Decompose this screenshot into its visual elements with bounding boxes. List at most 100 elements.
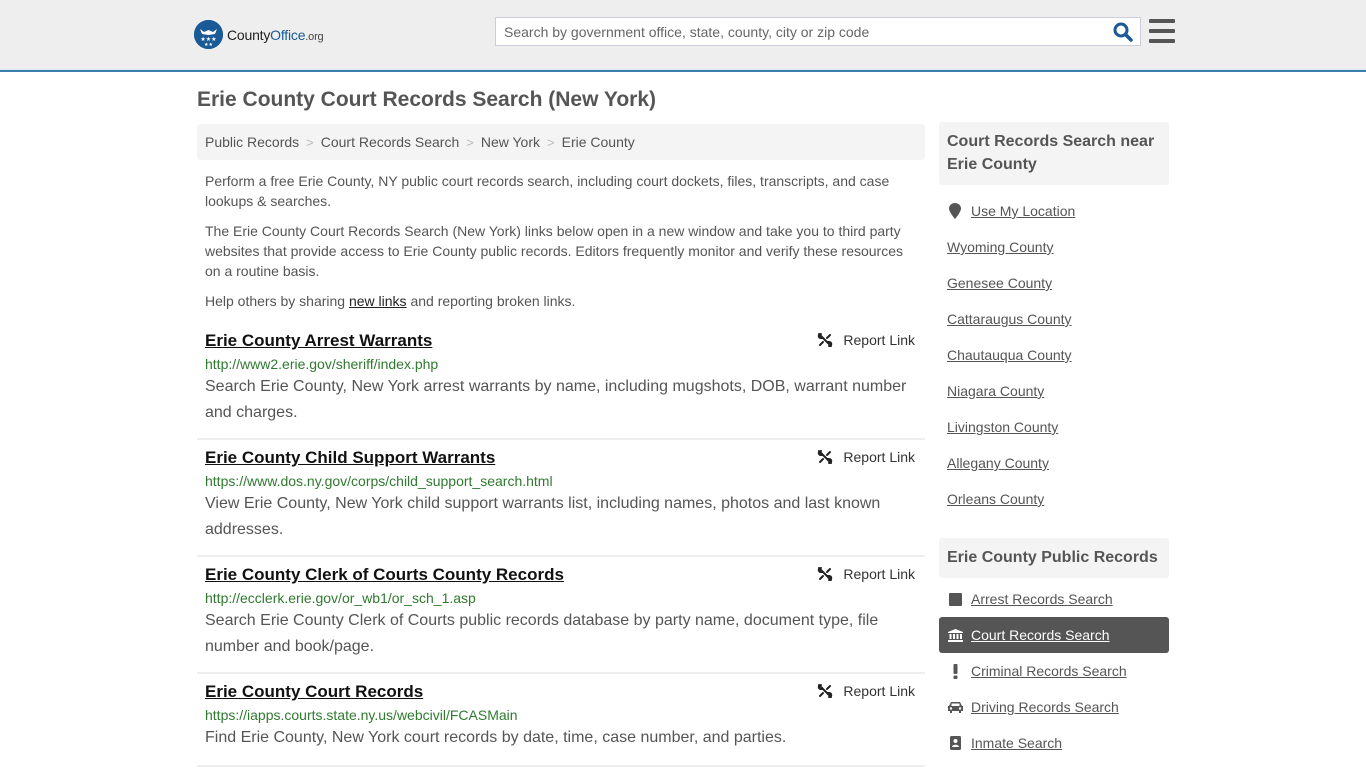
result-title-link[interactable]: Erie County Court Records xyxy=(205,682,423,702)
sidebar-item-label[interactable]: Arrest Records Search xyxy=(971,591,1113,607)
result-url: https://iapps.courts.state.ny.us/webcivi… xyxy=(205,707,518,723)
site-logo[interactable]: ★★★ ★★ CountyOffice.org xyxy=(194,20,324,49)
breadcrumb-separator: > xyxy=(466,134,474,150)
nearby-county-label[interactable]: Genesee County xyxy=(947,275,1052,291)
search-input[interactable] xyxy=(496,18,1096,45)
breadcrumb-erie-county[interactable]: Erie County xyxy=(562,134,635,150)
nearby-county-label[interactable]: Livingston County xyxy=(947,419,1058,435)
use-my-location-link[interactable]: Use My Location xyxy=(939,193,1169,229)
hamburger-icon-bar xyxy=(1149,19,1175,23)
result-item: Erie County Child Support Warrants Repor… xyxy=(197,440,925,557)
breadcrumb-new-york[interactable]: New York xyxy=(481,134,540,150)
sidebar-item-label[interactable]: Criminal Records Search xyxy=(971,663,1127,679)
broken-link-icon xyxy=(818,567,833,581)
result-url: http://ecclerk.erie.gov/or_wb1/or_sch_1.… xyxy=(205,590,476,606)
sidebar-item-driving-records[interactable]: Driving Records Search xyxy=(939,689,1169,725)
result-description: View Erie County, New York child support… xyxy=(205,495,881,538)
nearby-county-label[interactable]: Cattaraugus County xyxy=(947,311,1072,327)
site-header: ★★★ ★★ CountyOffice.org xyxy=(0,0,1366,72)
intro-paragraph: The Erie County Court Records Search (Ne… xyxy=(205,223,903,279)
broken-link-icon xyxy=(818,450,833,464)
map-marker-icon xyxy=(947,203,963,219)
new-links-link[interactable]: new links xyxy=(349,293,407,309)
report-link-button[interactable]: Report Link xyxy=(817,566,915,582)
breadcrumb-separator: > xyxy=(306,134,314,150)
courthouse-icon xyxy=(947,628,963,642)
eagle-stars-logo-icon: ★★★ ★★ xyxy=(194,20,223,49)
exclamation-icon xyxy=(947,663,963,679)
report-link-button[interactable]: Report Link xyxy=(817,449,915,465)
result-url: http://www2.erie.gov/sheriff/index.php xyxy=(205,356,439,372)
id-badge-icon xyxy=(947,736,963,750)
nearby-county-label[interactable]: Niagara County xyxy=(947,383,1044,399)
page-title: Erie County Court Records Search (New Yo… xyxy=(197,88,656,111)
public-records-list: Arrest Records Search Court Records Sear… xyxy=(939,581,1169,761)
intro-paragraph: Perform a free Erie County, NY public co… xyxy=(205,173,890,209)
logo-wordmark: CountyOffice.org xyxy=(227,26,324,43)
result-description: Find Erie County, New York court records… xyxy=(205,729,787,746)
result-item: Erie County Court Records Report Link ht… xyxy=(197,674,925,767)
sidebar-item-label[interactable]: Court Records Search xyxy=(971,627,1110,643)
intro-text: Perform a free Erie County, NY public co… xyxy=(205,171,917,321)
nearby-county-link[interactable]: Chautauqua County xyxy=(939,337,1169,373)
nearby-county-link[interactable]: Niagara County xyxy=(939,373,1169,409)
svg-text:★★: ★★ xyxy=(204,42,213,48)
hamburger-icon-bar xyxy=(1149,39,1175,43)
report-link-label: Report Link xyxy=(843,449,915,465)
nearby-heading: Court Records Search near Erie County xyxy=(939,122,1169,185)
result-description: Search Erie County, New York arrest warr… xyxy=(205,378,907,421)
report-link-button[interactable]: Report Link xyxy=(817,683,915,699)
logo-brand: Office xyxy=(270,26,306,43)
nearby-county-label[interactable]: Wyoming County xyxy=(947,239,1053,255)
report-link-label: Report Link xyxy=(843,332,915,348)
nearby-county-label[interactable]: Allegany County xyxy=(947,455,1049,471)
search-button[interactable] xyxy=(1112,21,1134,43)
result-title-link[interactable]: Erie County Clerk of Courts County Recor… xyxy=(205,565,564,585)
nearby-list: Use My Location Wyoming County Genesee C… xyxy=(939,193,1169,517)
breadcrumb-public-records[interactable]: Public Records xyxy=(205,134,299,150)
public-records-heading: Erie County Public Records xyxy=(939,538,1169,578)
nearby-county-label[interactable]: Orleans County xyxy=(947,491,1044,507)
result-title-link[interactable]: Erie County Arrest Warrants xyxy=(205,331,432,351)
result-item: Erie County Clerk of Courts County Recor… xyxy=(197,557,925,674)
results-list: Erie County Arrest Warrants Report Link … xyxy=(197,323,925,767)
share-text: Help others by sharing xyxy=(205,293,349,309)
nearby-county-link[interactable]: Orleans County xyxy=(939,481,1169,517)
breadcrumb: Public Records > Court Records Search > … xyxy=(197,124,925,160)
sidebar-item-label[interactable]: Driving Records Search xyxy=(971,699,1119,715)
sidebar-item-criminal-records[interactable]: Criminal Records Search xyxy=(939,653,1169,689)
report-link-label: Report Link xyxy=(843,566,915,582)
share-text: and reporting broken links. xyxy=(406,293,576,309)
sidebar-item-court-records[interactable]: Court Records Search xyxy=(939,617,1169,653)
nearby-county-link[interactable]: Wyoming County xyxy=(939,229,1169,265)
nearby-county-link[interactable]: Cattaraugus County xyxy=(939,301,1169,337)
breadcrumb-separator: > xyxy=(547,134,555,150)
broken-link-icon xyxy=(818,333,833,347)
result-title-link[interactable]: Erie County Child Support Warrants xyxy=(205,448,495,468)
nearby-county-link[interactable]: Allegany County xyxy=(939,445,1169,481)
broken-link-icon xyxy=(818,684,833,698)
sidebar: Court Records Search near Erie County Us… xyxy=(939,122,1169,761)
car-icon xyxy=(947,701,963,713)
hamburger-icon-bar xyxy=(1149,29,1175,33)
sidebar-item-inmate-search[interactable]: Inmate Search xyxy=(939,725,1169,761)
nearby-county-link[interactable]: Livingston County xyxy=(939,409,1169,445)
use-my-location-label[interactable]: Use My Location xyxy=(971,203,1075,219)
report-link-label: Report Link xyxy=(843,683,915,699)
report-link-button[interactable]: Report Link xyxy=(817,332,915,348)
sidebar-item-arrest-records[interactable]: Arrest Records Search xyxy=(939,581,1169,617)
result-description: Search Erie County Clerk of Courts publi… xyxy=(205,612,879,655)
logo-name: County xyxy=(227,26,271,43)
hamburger-menu-button[interactable] xyxy=(1149,19,1175,43)
result-url: https://www.dos.ny.gov/corps/child_suppo… xyxy=(205,473,553,489)
intro-share-paragraph: Help others by sharing new links and rep… xyxy=(205,291,917,311)
square-icon xyxy=(947,592,963,606)
site-search xyxy=(495,17,1141,46)
breadcrumb-court-records-search[interactable]: Court Records Search xyxy=(321,134,460,150)
nearby-county-link[interactable]: Genesee County xyxy=(939,265,1169,301)
search-icon xyxy=(1113,22,1133,42)
result-item: Erie County Arrest Warrants Report Link … xyxy=(197,323,925,440)
sidebar-item-label[interactable]: Inmate Search xyxy=(971,735,1062,751)
logo-tld: .org xyxy=(305,30,324,43)
nearby-county-label[interactable]: Chautauqua County xyxy=(947,347,1072,363)
